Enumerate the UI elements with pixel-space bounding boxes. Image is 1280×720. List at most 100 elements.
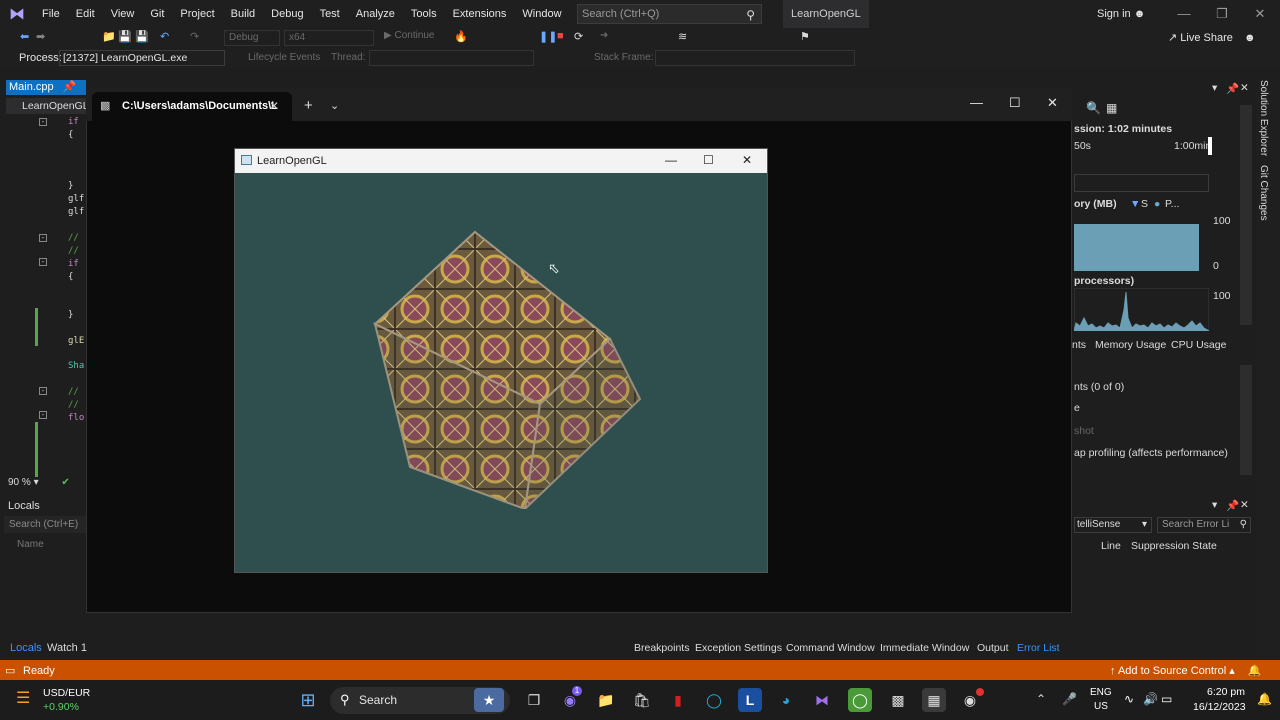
tab-error-list[interactable]: Error List (1017, 642, 1060, 654)
mcafee-icon[interactable]: ▮ (666, 688, 690, 712)
battery-icon[interactable]: ▭ (1161, 692, 1172, 706)
bookmark-icon[interactable]: ⚑ (800, 30, 810, 43)
restore-button[interactable]: ❐ (1203, 0, 1241, 28)
stack-frame-select[interactable] (655, 50, 855, 66)
redo-icon[interactable]: ↷ (190, 30, 199, 43)
pin-icon[interactable]: 📌 (1226, 499, 1239, 512)
opengl-close-button[interactable]: ✕ (742, 153, 752, 167)
restart-icon[interactable]: ⟳ (574, 30, 583, 43)
menu-git[interactable]: Git (142, 0, 172, 28)
minimize-button[interactable]: — (1165, 0, 1203, 28)
language-primary[interactable]: ENG (1090, 687, 1112, 698)
notifications-icon[interactable]: 🔔 (1257, 692, 1272, 706)
menu-analyze[interactable]: Analyze (348, 0, 403, 28)
diagnostic-scrollbar[interactable] (1240, 105, 1252, 325)
tab-breakpoints[interactable]: Breakpoints (634, 642, 689, 654)
suppression-state-column-header[interactable]: Suppression State (1131, 540, 1217, 552)
events-scrollbar[interactable] (1240, 365, 1252, 475)
forward-icon[interactable]: ➡ (36, 30, 45, 43)
tab-watch-1[interactable]: Watch 1 (47, 642, 87, 654)
fold-toggle-icon[interactable]: - (39, 387, 47, 395)
configuration-select[interactable]: Debug (224, 30, 280, 46)
tab-main-cpp[interactable]: Main.cpp 📌✕ (6, 80, 86, 108)
step-over-icon[interactable]: ➜ (600, 30, 608, 41)
terminal-maximize-button[interactable]: ☐ (1009, 95, 1021, 111)
error-search-input[interactable]: Search Error Li ⚲ (1157, 517, 1251, 533)
code-editor[interactable] (0, 80, 88, 490)
windows-start-icon[interactable]: ⊞ (296, 688, 320, 712)
filter-input[interactable] (1074, 174, 1209, 192)
pin-icon[interactable]: 📌 (1226, 82, 1239, 95)
solution-explorer-tab[interactable]: Solution Explorer (1258, 80, 1269, 156)
task-view-icon[interactable]: ❐ (522, 688, 546, 712)
tab-locals[interactable]: Locals (10, 642, 42, 654)
fold-toggle-icon[interactable]: - (39, 234, 47, 242)
add-to-source-control-button[interactable]: ↑ Add to Source Control ▴ 🔔 (1110, 664, 1262, 677)
search-input[interactable]: Search (Ctrl+Q) ⚲ (577, 4, 762, 24)
undo-icon[interactable]: ↶ (160, 30, 169, 43)
lifecycle-events-button[interactable]: Lifecycle Events (248, 52, 320, 63)
back-icon[interactable]: ⬅ (20, 30, 29, 43)
menu-build[interactable]: Build (223, 0, 263, 28)
menu-tools[interactable]: Tools (403, 0, 445, 28)
save-all-icon[interactable]: 💾 (135, 30, 149, 43)
menu-debug[interactable]: Debug (263, 0, 311, 28)
pause-icon[interactable]: ❚❚ (539, 30, 557, 43)
git-changes-tab[interactable]: Git Changes (1258, 165, 1269, 221)
visual-studio-icon[interactable]: ⧓ (810, 688, 834, 712)
menu-test[interactable]: Test (312, 0, 348, 28)
terminal-icon[interactable]: ▩ (886, 688, 910, 712)
format-icon[interactable]: ≋ (678, 30, 687, 43)
menu-window[interactable]: Window (514, 0, 569, 28)
microphone-icon[interactable]: 🎤 (1062, 692, 1077, 706)
tab-command-window[interactable]: Command Window (786, 642, 875, 654)
opengl-app-icon[interactable]: ▦ (922, 688, 946, 712)
open-folder-icon[interactable]: 📁 (102, 30, 116, 43)
new-tab-icon[interactable]: + (304, 97, 313, 114)
opengl-window[interactable]: LearnOpenGL — ☐ ✕ (234, 148, 768, 573)
volume-icon[interactable]: 🔊 (1143, 692, 1158, 706)
pin-icon[interactable]: 📌 (63, 81, 77, 93)
clock-time[interactable]: 6:20 pm (1207, 686, 1245, 698)
error-source-select[interactable]: telliSense ▾ (1074, 517, 1152, 533)
project-dropdown[interactable]: LearnOpenGL (6, 98, 89, 114)
locals-name-header[interactable]: Name (17, 539, 44, 550)
process-select[interactable]: [21372] LearnOpenGL.exe (59, 50, 225, 66)
search-highlight-icon[interactable]: ★ (474, 688, 504, 712)
tab-events[interactable]: nts (1072, 339, 1086, 351)
menu-file[interactable]: File (34, 0, 68, 28)
sign-in-link[interactable]: Sign in ☻ (1097, 0, 1145, 28)
opengl-minimize-button[interactable]: — (665, 153, 677, 167)
save-icon[interactable]: 💾 (118, 30, 132, 43)
close-icon[interactable]: ✕ (1240, 82, 1249, 94)
stock-name[interactable]: USD/EUR (43, 687, 90, 699)
opengl-maximize-button[interactable]: ☐ (703, 153, 714, 167)
chart-icon[interactable]: ▦ (1106, 101, 1117, 115)
tab-immediate-window[interactable]: Immediate Window (880, 642, 969, 654)
close-icon[interactable]: ✕ (1240, 499, 1249, 511)
tab-memory-usage[interactable]: Memory Usage (1095, 339, 1166, 351)
menu-project[interactable]: Project (172, 0, 222, 28)
tab-exception-settings[interactable]: Exception Settings (695, 642, 782, 654)
menu-view[interactable]: View (103, 0, 143, 28)
platform-select[interactable]: x64 (284, 30, 374, 46)
store-icon[interactable]: 🛍 (630, 688, 654, 712)
close-button[interactable]: ✕ (1241, 0, 1279, 28)
edge-icon[interactable]: ◕ (774, 688, 798, 712)
locals-search-input[interactable]: Search (Ctrl+E) (4, 516, 86, 533)
fold-toggle-icon[interactable]: - (39, 118, 47, 126)
fold-toggle-icon[interactable]: - (39, 411, 47, 419)
l-app-icon[interactable]: L (738, 688, 762, 712)
terminal-close-button[interactable]: ✕ (1047, 95, 1058, 111)
notification-icon[interactable]: 🔔 (1248, 665, 1262, 677)
thread-select[interactable] (369, 50, 534, 66)
menu-edit[interactable]: Edit (68, 0, 103, 28)
heap-profiling-checkbox[interactable]: ap profiling (affects performance) (1074, 447, 1228, 459)
fold-toggle-icon[interactable]: - (39, 258, 47, 266)
chevron-up-icon[interactable]: ⌃ (1036, 692, 1046, 706)
nvidia-icon[interactable]: ◯ (848, 688, 872, 712)
continue-button[interactable]: ▶ Continue (384, 30, 435, 41)
close-tab-icon[interactable]: ✕ (269, 99, 279, 113)
take-snapshot-button[interactable]: shot (1074, 425, 1094, 437)
menu-extensions[interactable]: Extensions (445, 0, 515, 28)
